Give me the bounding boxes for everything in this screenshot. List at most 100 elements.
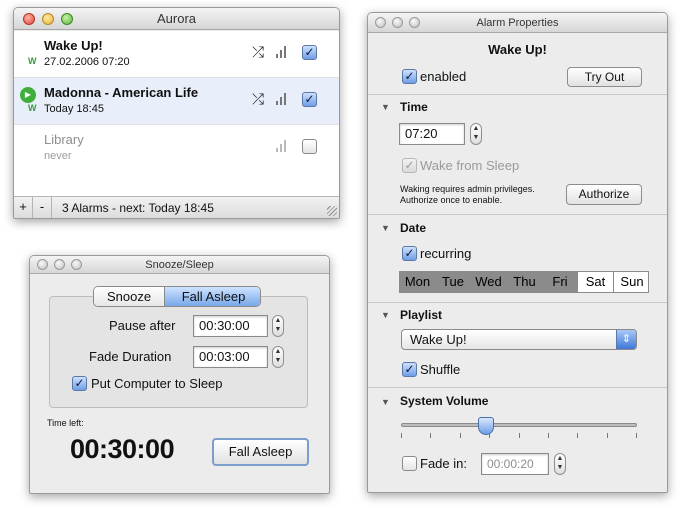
playlist-section-title: Playlist <box>400 308 443 322</box>
settings-box <box>49 296 308 408</box>
divider <box>368 214 667 215</box>
slider-tick <box>460 433 461 438</box>
alarm-date: Today 18:45 <box>44 103 104 115</box>
window-title: Snooze/Sleep <box>145 259 214 271</box>
volume-bars-icon <box>276 42 290 58</box>
zoom-button[interactable] <box>409 17 420 28</box>
minimize-button[interactable] <box>42 13 54 25</box>
fade-duration-stepper[interactable]: ▲ ▼ <box>272 346 284 368</box>
day-thu[interactable]: Thu <box>507 272 543 292</box>
volume-section-title: System Volume <box>400 394 489 408</box>
down-icon[interactable]: ▼ <box>557 464 564 471</box>
snooze-window: Snooze/Sleep Snooze Fall Asleep Pause af… <box>29 255 330 494</box>
triangle-down-icon[interactable]: ▼ <box>381 310 390 320</box>
triangle-down-icon[interactable]: ▼ <box>381 223 390 233</box>
minimize-button[interactable] <box>392 17 403 28</box>
time-section-title: Time <box>400 100 428 114</box>
time-value: 07:20 <box>405 126 438 141</box>
play-icon[interactable]: ▶ <box>20 87 36 103</box>
shuffle-icon: ⤮ <box>252 44 265 61</box>
volume-bars-icon <box>276 136 290 152</box>
time-stepper[interactable]: ▲ ▼ <box>470 123 482 145</box>
day-sat[interactable]: Sat <box>578 272 614 292</box>
pause-after-stepper[interactable]: ▲ ▼ <box>272 315 284 337</box>
enabled-label: enabled <box>420 69 467 84</box>
up-icon[interactable]: ▲ <box>473 125 480 132</box>
shuffle-checkbox[interactable]: ✓ <box>402 362 417 377</box>
zoom-button[interactable] <box>61 13 73 25</box>
wake-badge: W <box>28 56 37 66</box>
day-tue[interactable]: Tue <box>436 272 471 292</box>
alarm-enabled-checkbox[interactable] <box>302 139 317 154</box>
fade-in-stepper[interactable]: ▲ ▼ <box>554 453 566 475</box>
enabled-checkbox[interactable]: ✓ <box>402 69 417 84</box>
down-icon[interactable]: ▼ <box>473 134 480 141</box>
day-sun[interactable]: Sun <box>614 272 648 292</box>
playlist-popup[interactable]: Wake Up! ⇕ <box>401 329 637 350</box>
alarm-title: Madonna - American Life <box>44 85 199 100</box>
close-button[interactable] <box>37 259 48 270</box>
add-alarm-button[interactable]: + <box>14 197 33 218</box>
authorize-button[interactable]: Authorize <box>566 184 642 205</box>
triangle-down-icon[interactable]: ▼ <box>381 102 390 112</box>
pause-after-label: Pause after <box>109 318 176 333</box>
remove-alarm-button[interactable]: - <box>33 197 52 218</box>
alarm-properties-window: Alarm Properties Wake Up! ✓ enabled Try … <box>367 12 668 493</box>
alarm-enabled-checkbox[interactable]: ✓ <box>302 45 317 60</box>
aurora-window: Aurora Wake Up! W 27.02.2006 07:20 ⤮ ✓ ▶… <box>13 7 340 219</box>
slider-tick <box>636 433 637 438</box>
alarm-date: 27.02.2006 07:20 <box>44 56 130 68</box>
fall-asleep-button[interactable]: Fall Asleep <box>212 438 309 466</box>
alarm-row[interactable]: Wake Up! W 27.02.2006 07:20 ⤮ ✓ <box>14 31 339 78</box>
slider-tick <box>548 433 549 438</box>
sleep-label: Put Computer to Sleep <box>91 376 223 391</box>
close-button[interactable] <box>23 13 35 25</box>
aurora-titlebar: Aurora <box>14 8 339 30</box>
divider <box>368 387 667 388</box>
down-icon[interactable]: ▼ <box>275 326 282 333</box>
close-button[interactable] <box>375 17 386 28</box>
snooze-titlebar: Snooze/Sleep <box>30 256 329 274</box>
time-left-label: Time left: <box>47 418 84 428</box>
up-icon[interactable]: ▲ <box>275 348 282 355</box>
admin-note-line-2: Authorize once to enable. <box>400 195 503 205</box>
resize-grip-icon[interactable] <box>327 206 337 216</box>
wake-from-sleep-checkbox[interactable]: ✓ <box>402 158 417 173</box>
up-icon[interactable]: ▲ <box>275 317 282 324</box>
up-icon[interactable]: ▲ <box>557 455 564 462</box>
slider-tick <box>519 433 520 438</box>
volume-slider[interactable] <box>401 417 637 441</box>
tab-fall-asleep[interactable]: Fall Asleep <box>165 287 260 306</box>
triangle-down-icon[interactable]: ▼ <box>381 397 390 407</box>
alarm-title: Library <box>44 132 84 147</box>
popup-arrows-icon: ⇕ <box>616 330 636 349</box>
slider-tick <box>430 433 431 438</box>
pause-after-field[interactable]: 00:30:00 <box>193 315 268 337</box>
time-field[interactable]: 07:20 <box>399 123 465 145</box>
day-mon[interactable]: Mon <box>400 272 436 292</box>
fade-in-checkbox[interactable] <box>402 456 417 471</box>
alarm-row[interactable]: Library never <box>14 125 339 172</box>
tab-snooze[interactable]: Snooze <box>94 287 165 306</box>
day-fri[interactable]: Fri <box>543 272 578 292</box>
slider-tick <box>577 433 578 438</box>
alarm-title: Wake Up! <box>44 38 103 53</box>
recurring-checkbox[interactable]: ✓ <box>402 246 417 261</box>
slider-knob[interactable] <box>478 417 494 435</box>
slider-track[interactable] <box>401 423 637 427</box>
alarm-row[interactable]: ▶ Madonna - American Life W Today 18:45 … <box>14 78 339 125</box>
fade-duration-value: 00:03:00 <box>199 349 250 364</box>
sleep-checkbox[interactable]: ✓ <box>72 376 87 391</box>
minimize-button[interactable] <box>54 259 65 270</box>
try-out-button[interactable]: Try Out <box>567 67 642 87</box>
try-out-label: Try Out <box>584 70 625 84</box>
alarm-enabled-checkbox[interactable]: ✓ <box>302 92 317 107</box>
day-wed[interactable]: Wed <box>471 272 507 292</box>
slider-tick <box>401 433 402 438</box>
fade-duration-field[interactable]: 00:03:00 <box>193 346 268 368</box>
wake-badge: W <box>28 103 37 113</box>
zoom-button[interactable] <box>71 259 82 270</box>
down-icon[interactable]: ▼ <box>275 357 282 364</box>
fade-in-field[interactable]: 00:00:20 <box>481 453 549 475</box>
fade-duration-label: Fade Duration <box>89 349 172 364</box>
